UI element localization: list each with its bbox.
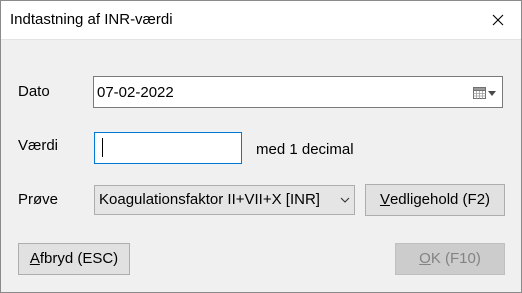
maintenance-label: edligehold (F2) [389,191,491,208]
window-title: Indtastning af INR-værdi [10,11,173,28]
ok-mnemonic: O [419,250,431,267]
value-label: Værdi [18,137,59,154]
value-input[interactable] [94,132,242,164]
dialog-window: Indtastning af INR-værdi Dato 07-02-2022… [0,0,522,293]
close-icon [492,14,504,26]
calendar-dropdown-button[interactable] [471,83,499,103]
close-button[interactable] [475,1,521,39]
maintenance-mnemonic: V [379,191,390,208]
ok-button[interactable]: OK (F10) [395,243,505,275]
ok-label: K (F10) [430,250,481,267]
sample-label: Prøve [18,191,59,208]
date-value[interactable]: 07-02-2022 [97,84,174,102]
text-caret [102,138,103,157]
value-hint: med 1 decimal [256,141,354,158]
maintenance-button[interactable]: Vedligehold (F2) [365,184,505,216]
cancel-button[interactable]: Afbryd (ESC) [18,243,130,275]
cancel-label: fbryd (ESC) [39,250,119,267]
title-bar[interactable]: Indtastning af INR-værdi [1,1,521,40]
date-label: Dato [18,83,50,100]
calendar-icon [473,87,496,99]
sample-select[interactable]: Koagulationsfaktor II+VII+X [INR] [94,185,355,215]
chevron-down-icon [340,197,350,203]
sample-selected-value: Koagulationsfaktor II+VII+X [INR] [99,191,320,208]
cancel-mnemonic: A [29,250,40,267]
date-field[interactable]: 07-02-2022 [93,76,503,108]
